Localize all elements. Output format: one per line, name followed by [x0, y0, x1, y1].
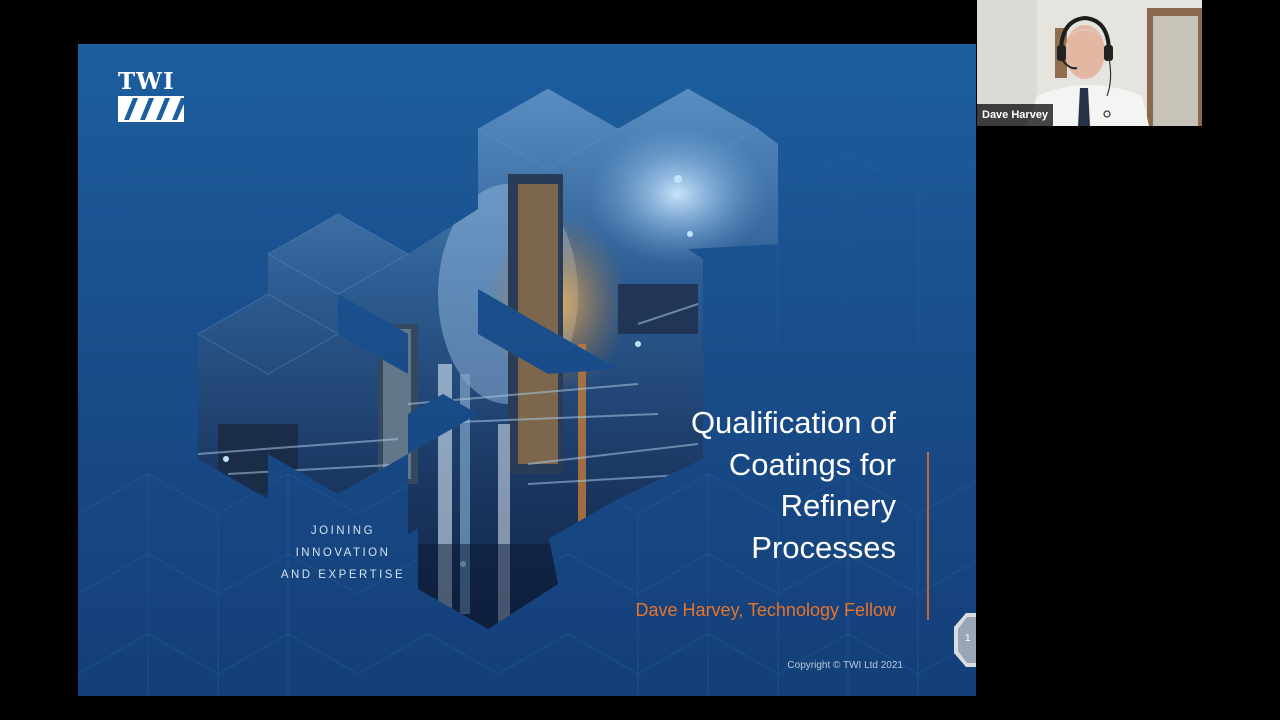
twi-logo-icon — [118, 96, 184, 122]
tagline: JOINING INNOVATION AND EXPERTISE — [268, 520, 418, 586]
logo-text: TWI — [118, 68, 175, 95]
slide[interactable]: TWI JOINING INNOVATION AND EXPERTISE Qua… — [78, 44, 976, 696]
twi-logo: TWI — [118, 70, 188, 122]
tagline-line: JOINING — [310, 525, 376, 537]
tagline-line: INNOVATION — [295, 547, 391, 559]
presentation-viewer: TWI JOINING INNOVATION AND EXPERTISE Qua… — [0, 0, 1280, 720]
tagline-line: AND EXPERTISE — [280, 569, 406, 581]
slide-title: Qualification of Coatings for Refinery P… — [690, 405, 896, 565]
page-number: 1 — [965, 633, 971, 644]
copyright-notice: Copyright © TWI Ltd 2021 — [787, 660, 903, 671]
accent-divider — [927, 452, 929, 620]
presenter-name: Dave Harvey, Technology Fellow — [635, 600, 896, 620]
webcam-tile[interactable]: Dave Harvey — [977, 0, 1202, 126]
slide-background-graphic — [78, 88, 976, 696]
participant-name-label: Dave Harvey — [977, 104, 1054, 126]
